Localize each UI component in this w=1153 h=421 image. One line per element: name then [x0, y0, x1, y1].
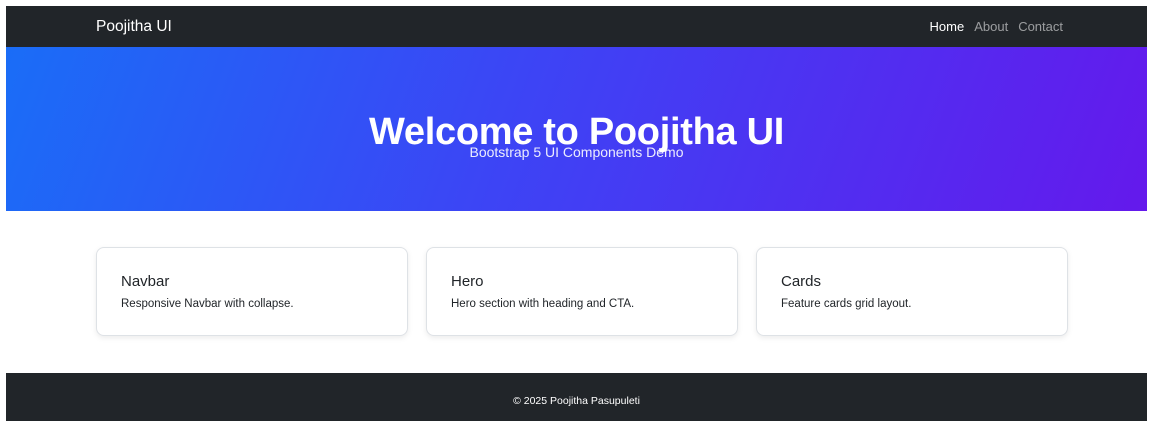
footer-copyright: © 2025 Poojitha Pasupuleti — [513, 395, 640, 407]
nav-links: Home About Contact — [930, 6, 1063, 47]
card-text: Hero section with heading and CTA. — [451, 298, 635, 310]
navbar: Poojitha UI Home About Contact — [6, 6, 1147, 47]
feature-card-hero: Hero Hero section with heading and CTA. — [426, 247, 738, 336]
card-title: Hero — [451, 273, 484, 290]
card-text: Feature cards grid layout. — [781, 298, 912, 310]
feature-card-navbar: Navbar Responsive Navbar with collapse. — [96, 247, 408, 336]
nav-link-home[interactable]: Home — [930, 19, 965, 34]
nav-link-contact[interactable]: Contact — [1018, 19, 1063, 34]
card-text: Responsive Navbar with collapse. — [121, 298, 294, 310]
card-title: Navbar — [121, 273, 170, 290]
feature-card-cards: Cards Feature cards grid layout. — [756, 247, 1068, 336]
footer: © 2025 Poojitha Pasupuleti — [6, 373, 1147, 421]
hero-subtitle: Bootstrap 5 UI Components Demo — [469, 144, 684, 160]
navbar-brand[interactable]: Poojitha UI — [96, 6, 172, 47]
hero-section: Welcome to Poojitha UI Bootstrap 5 UI Co… — [6, 47, 1147, 211]
card-title: Cards — [781, 273, 822, 290]
nav-link-about[interactable]: About — [974, 19, 1008, 34]
